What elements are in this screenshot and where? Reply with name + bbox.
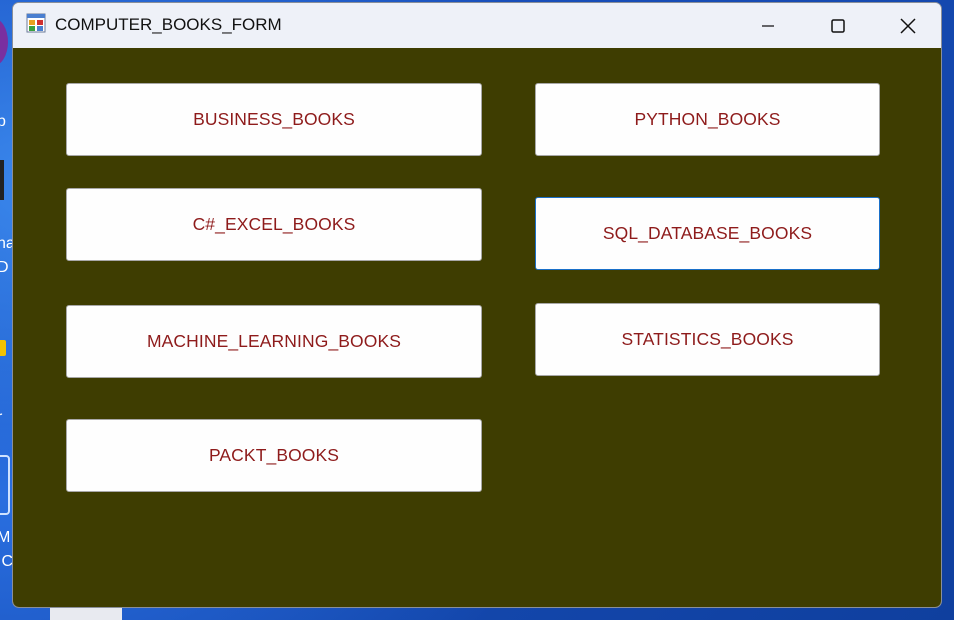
desktop-icon-label: M xyxy=(0,529,11,546)
app-window: COMPUTER_BOOKS_FORM BUSINESS_BOOKS PYTHO… xyxy=(12,2,942,608)
csharp-excel-books-button[interactable]: C#_EXCEL_BOOKS xyxy=(66,188,482,261)
packt-books-button[interactable]: PACKT_BOOKS xyxy=(66,419,482,492)
minimize-button[interactable] xyxy=(733,3,803,48)
sql-database-books-button[interactable]: SQL_DATABASE_BOOKS xyxy=(535,197,880,270)
desktop-app-icon[interactable] xyxy=(0,160,4,200)
maximize-icon xyxy=(831,18,845,33)
machine-learning-books-button[interactable]: MACHINE_LEARNING_BOOKS xyxy=(66,305,482,378)
folder-icon[interactable] xyxy=(0,340,6,356)
statistics-books-button[interactable]: STATISTICS_BOOKS xyxy=(535,303,880,376)
taskbar-fragment xyxy=(50,608,122,620)
close-button[interactable] xyxy=(873,3,941,48)
desktop-icon-label: r xyxy=(0,410,2,426)
form-app-icon xyxy=(26,13,46,33)
close-icon xyxy=(900,17,916,34)
window-title: COMPUTER_BOOKS_FORM xyxy=(55,15,282,34)
desktop-icon-label: p xyxy=(0,113,6,130)
title-bar[interactable]: COMPUTER_BOOKS_FORM xyxy=(13,3,941,48)
business-books-button[interactable]: BUSINESS_BOOKS xyxy=(66,83,482,156)
maximize-button[interactable] xyxy=(803,3,873,48)
python-books-button[interactable]: PYTHON_BOOKS xyxy=(535,83,880,156)
desktop-icon-label: D xyxy=(0,259,9,276)
desktop-app-icon[interactable] xyxy=(0,455,10,515)
minimize-icon xyxy=(762,24,774,27)
form-client-area: BUSINESS_BOOKS PYTHON_BOOKS C#_EXCEL_BOO… xyxy=(13,48,941,607)
